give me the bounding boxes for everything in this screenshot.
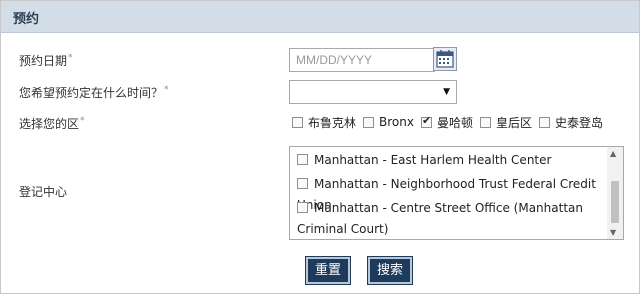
panel-header: 预约 [1,1,639,33]
checkbox[interactable] [297,178,308,189]
scroll-down-icon[interactable]: ▼ [610,228,616,237]
checkbox[interactable] [479,116,491,128]
panel-title: 预约 [13,12,40,27]
date-label: 预约日期* [19,52,73,69]
district-label-text: 选择您的区 [19,117,80,131]
scrollbar-thumb[interactable] [611,181,619,223]
district-option-bronx[interactable]: Bronx [363,115,414,129]
checkbox[interactable] [297,202,308,213]
option-label: 史泰登岛 [555,115,604,130]
district-options: 布鲁克林 Bronx 曼哈顿 皇后区 史泰登岛 [292,113,610,131]
center-item-label: Manhattan - Centre Street Office (Manhat… [297,201,583,236]
time-label-text: 您希望预约定在什么时间？ [19,86,164,100]
center-item[interactable]: Manhattan - Centre Street Office (Manhat… [297,198,597,239]
district-option-staten-island[interactable]: 史泰登岛 [539,114,603,131]
center-label: 登记中心 [19,185,68,199]
dropdown-arrow-icon: ▼ [443,87,450,97]
center-item-label: Manhattan - East Harlem Health Center [314,153,552,167]
checkbox[interactable] [292,116,303,128]
required-mark: * [164,85,169,95]
checkbox-checked[interactable] [420,114,432,128]
reset-button[interactable]: 重置 [305,256,351,285]
date-input[interactable]: MM/DD/YYYY [289,48,435,72]
option-label: 布鲁克林 [308,115,357,130]
required-mark: * [68,53,73,63]
district-option-queens[interactable]: 皇后区 [479,114,532,131]
scrollbar[interactable]: ▲ ▼ [607,147,623,239]
time-select[interactable]: ▼ [289,80,457,104]
calendar-icon[interactable] [433,47,457,71]
district-option-brooklyn[interactable]: 布鲁克林 [292,114,356,131]
checkbox[interactable] [297,154,308,165]
option-label: Bronx [379,115,414,129]
search-button[interactable]: 搜索 [367,256,413,285]
required-mark: * [80,116,85,126]
option-label: 皇后区 [495,115,532,130]
district-option-manhattan[interactable]: 曼哈顿 [420,114,473,131]
appointment-panel: 预约 预约日期* MM/DD/YYYY 您希望预约定在什么时间？* ▼ 选择您的… [0,0,640,294]
time-label: 您希望预约定在什么时间？* [19,84,169,101]
date-label-text: 预约日期 [19,54,68,68]
center-item[interactable]: Manhattan - East Harlem Health Center [297,150,597,171]
checkbox[interactable] [363,116,375,128]
option-label: 曼哈顿 [436,115,473,130]
center-list[interactable]: Manhattan - East Harlem Health Center Ma… [289,146,624,240]
checkbox[interactable] [539,116,550,128]
district-label: 选择您的区* [19,115,85,132]
scroll-up-icon[interactable]: ▲ [610,149,616,158]
